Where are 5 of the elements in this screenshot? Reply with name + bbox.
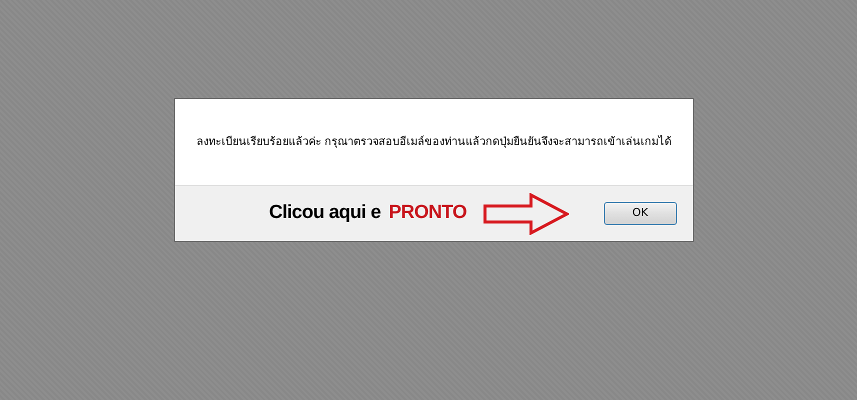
dialog-message: ลงทะเบียนเรียบร้อยแล้วค่ะ กรุณาตรวจสอบอีเมล์ของท่านแล้วกดปุ่มยืนยันจึงจะสามารถเข้าเล่นเกมได้ bbox=[196, 134, 672, 150]
arrow-icon bbox=[482, 192, 569, 234]
annotation-text: Clicou aqui e bbox=[269, 201, 381, 226]
ok-button[interactable]: OK bbox=[604, 202, 677, 225]
annotation-highlight: PRONTO bbox=[388, 201, 467, 226]
